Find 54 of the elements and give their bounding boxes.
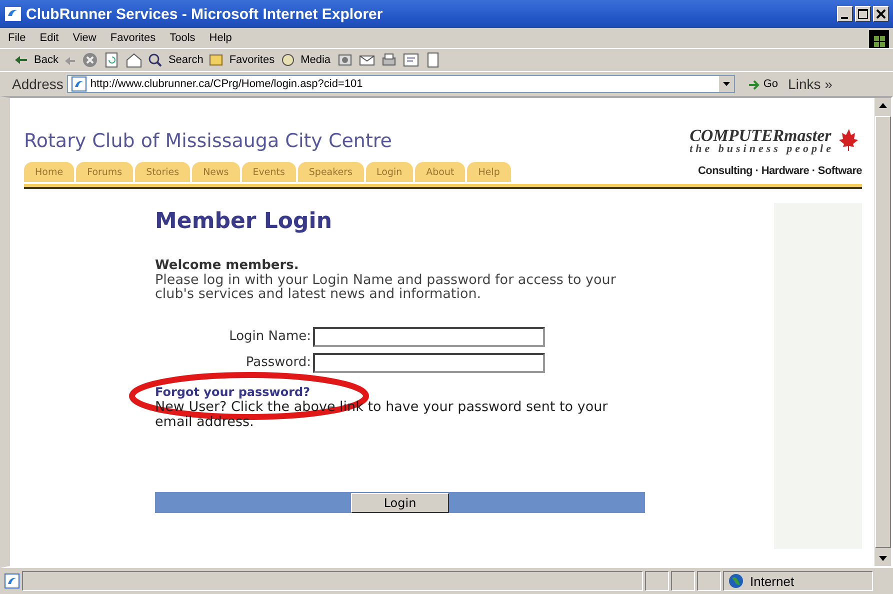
address-label: Address [12,76,64,92]
toolbar-button[interactable]: Search [168,54,204,66]
page-icon [4,573,20,589]
menu-item[interactable]: File [8,32,26,44]
address-field[interactable]: http://www.clubrunner.ca/CPrg/Home/login.asp?cid=101 [67,75,736,93]
forgot-password-link[interactable]: Forgot your password? [155,385,310,399]
welcome-text: Welcome members. [155,259,300,273]
status-pane [645,571,669,591]
menu-item[interactable]: Favorites [110,32,156,44]
go-button[interactable]: Go [747,76,778,92]
input-field[interactable] [313,327,545,347]
menu-item[interactable]: Help [209,32,232,44]
page-heading: Member Login [155,208,333,236]
history-icon [336,52,353,68]
input-field[interactable] [313,353,545,373]
toolbar-button[interactable]: Back [34,54,58,66]
field-label: Password: [244,354,311,372]
stop-icon [82,52,98,68]
toolbar-button[interactable]: Media [300,54,331,66]
globe-icon [728,573,744,589]
field-label: Login Name: [228,328,311,346]
menu-item[interactable]: Tools [170,32,196,44]
windows-flag-icon [869,30,889,48]
menu-item[interactable]: Edit [40,32,59,44]
folder-icon [209,53,224,67]
forward-arrow-icon [64,54,76,66]
dropdown-icon [719,76,734,92]
window-title: ClubRunner Services - Microsoft Internet Explorer [26,6,384,22]
document-icon [424,52,441,68]
zone-label: Internet [750,574,794,588]
logo-name: COMPUTERmaster [690,128,832,144]
status-pane [671,571,695,591]
login-button[interactable]: Login [351,493,449,513]
club-title: Rotary Club of Mississauga City Centre [24,130,393,152]
menu-item[interactable]: View [72,32,96,44]
refresh-icon [104,52,120,68]
toolbar-button[interactable]: Favorites [229,54,275,66]
home-icon [126,52,142,68]
close-icon [873,6,889,22]
media-icon [280,53,295,67]
minimize-icon [837,6,853,22]
maximize-icon [855,6,871,22]
scrollbar[interactable] [874,98,891,566]
status-pane [697,571,721,591]
page-icon [71,76,88,92]
back-arrow-icon [14,54,28,66]
edit-icon [402,52,419,68]
logo-services: Consulting · Hardware · Software [698,165,862,177]
intro-text: Please log in with your Login Name and password for access to your club's services and latest news and information. [155,273,617,301]
logo-tagline: the business people [690,144,834,155]
links-button[interactable]: Links » [788,76,832,92]
print-icon [380,52,397,68]
search-icon [148,53,162,67]
browser-icon [4,5,22,23]
